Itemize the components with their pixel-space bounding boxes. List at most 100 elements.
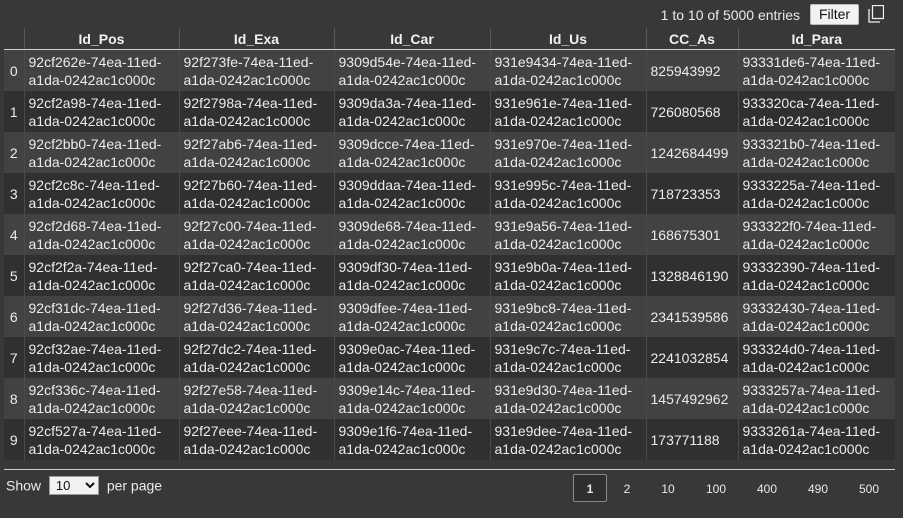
cell-id-car: 9309d54e-74ea-11ed-a1da-0242ac1c000c [333,49,490,91]
cell-id-exa: 92f27dc2-74ea-11ed-a1da-0242ac1c000c [178,337,334,378]
cell-id-car: 9309e0ac-74ea-11ed-a1da-0242ac1c000c [333,337,490,378]
cell-id-exa: 92f27b60-74ea-11ed-a1da-0242ac1c000c [178,173,334,214]
cell-id-para: 93332430-74ea-11ed-a1da-0242ac1c000c [737,296,895,337]
page-button[interactable]: 400 [747,474,787,502]
cell-cc-as: 173771188 [645,419,738,460]
cell-id-para: 93331de6-74ea-11ed-a1da-0242ac1c000c [737,49,895,91]
table-row: 2 92cf2bb0-74ea-11ed-a1da-0242ac1c000c 92f… [4,132,895,173]
table-row: 1 92cf2a98-74ea-11ed-a1da-0242ac1c000c 92f… [4,91,895,132]
data-table: Id_Pos Id_Exa Id_Car Id_Us CC_As Id_Para… [4,28,895,460]
cell-id-exa: 92f27e58-74ea-11ed-a1da-0242ac1c000c [178,378,334,419]
header-row: Id_Pos Id_Exa Id_Car Id_Us CC_As Id_Para [4,28,895,50]
cell-id-exa: 92f2798a-74ea-11ed-a1da-0242ac1c000c [178,91,334,132]
cell-id-car: 9309ddaa-74ea-11ed-a1da-0242ac1c000c [333,173,490,214]
cell-id-para: 933321b0-74ea-11ed-a1da-0242ac1c000c [737,132,895,173]
column-header-cc-as[interactable]: CC_As [645,28,738,50]
cell-cc-as: 168675301 [645,214,738,255]
cell-cc-as: 2241032854 [645,337,738,378]
cell-cc-as: 825943992 [645,49,738,91]
cell-id-pos: 92cf32ae-74ea-11ed-a1da-0242ac1c000c [23,337,179,378]
table-bottom-border [4,469,895,470]
cell-id-para: 933320ca-74ea-11ed-a1da-0242ac1c000c [737,91,895,132]
row-index: 1 [4,91,24,132]
cell-id-us: 931e9d30-74ea-11ed-a1da-0242ac1c000c [489,378,646,419]
cell-id-car: 9309df30-74ea-11ed-a1da-0242ac1c000c [333,255,490,296]
cell-id-exa: 92f27c00-74ea-11ed-a1da-0242ac1c000c [178,214,334,255]
row-index: 4 [4,214,24,255]
column-header-id-car[interactable]: Id_Car [333,28,490,50]
filter-button[interactable]: Filter [810,4,859,25]
cell-id-exa: 92f27d36-74ea-11ed-a1da-0242ac1c000c [178,296,334,337]
cell-id-us: 931e9a56-74ea-11ed-a1da-0242ac1c000c [489,214,646,255]
pagination-info: 1 to 10 of 5000 entries [660,7,800,23]
cell-id-para: 93332390-74ea-11ed-a1da-0242ac1c000c [737,255,895,296]
cell-id-car: 9309e14c-74ea-11ed-a1da-0242ac1c000c [333,378,490,419]
table-row: 4 92cf2d68-74ea-11ed-a1da-0242ac1c000c 92f… [4,214,895,255]
copy-icon[interactable] [868,4,885,23]
row-index: 7 [4,337,24,378]
cell-cc-as: 718723353 [645,173,738,214]
cell-id-para: 9333225a-74ea-11ed-a1da-0242ac1c000c [737,173,895,214]
row-index: 5 [4,255,24,296]
cell-cc-as: 1242684499 [645,132,738,173]
cell-id-pos: 92cf527a-74ea-11ed-a1da-0242ac1c000c [23,419,179,460]
cell-id-para: 933322f0-74ea-11ed-a1da-0242ac1c000c [737,214,895,255]
cell-id-pos: 92cf2f2a-74ea-11ed-a1da-0242ac1c000c [23,255,179,296]
cell-cc-as: 726080568 [645,91,738,132]
cell-id-us: 931e970e-74ea-11ed-a1da-0242ac1c000c [489,132,646,173]
cell-id-us: 931e9c7c-74ea-11ed-a1da-0242ac1c000c [489,337,646,378]
table-row: 9 92cf527a-74ea-11ed-a1da-0242ac1c000c 92f… [4,419,895,460]
cell-id-us: 931e961e-74ea-11ed-a1da-0242ac1c000c [489,91,646,132]
cell-id-us: 931e9bc8-74ea-11ed-a1da-0242ac1c000c [489,296,646,337]
cell-id-pos: 92cf31dc-74ea-11ed-a1da-0242ac1c000c [23,296,179,337]
page-button[interactable]: 2 [612,474,642,502]
pagination: 1 2 10 100 400 490 500 [0,474,903,504]
cell-id-us: 931e9434-74ea-11ed-a1da-0242ac1c000c [489,49,646,91]
table-row: 0 92cf262e-74ea-11ed-a1da-0242ac1c000c 92f… [4,49,895,91]
cell-cc-as: 1457492962 [645,378,738,419]
column-header-id-us[interactable]: Id_Us [489,28,646,50]
column-header-id-exa[interactable]: Id_Exa [178,28,334,50]
cell-id-para: 9333257a-74ea-11ed-a1da-0242ac1c000c [737,378,895,419]
table-row: 7 92cf32ae-74ea-11ed-a1da-0242ac1c000c 92f… [4,337,895,378]
cell-id-us: 931e995c-74ea-11ed-a1da-0242ac1c000c [489,173,646,214]
page-button[interactable]: 100 [697,474,735,502]
page-button[interactable]: 1 [573,474,607,502]
cell-id-car: 9309e1f6-74ea-11ed-a1da-0242ac1c000c [333,419,490,460]
cell-id-pos: 92cf262e-74ea-11ed-a1da-0242ac1c000c [23,49,179,91]
cell-id-car: 9309dfee-74ea-11ed-a1da-0242ac1c000c [333,296,490,337]
table-row: 6 92cf31dc-74ea-11ed-a1da-0242ac1c000c 92f… [4,296,895,337]
cell-id-car: 9309da3a-74ea-11ed-a1da-0242ac1c000c [333,91,490,132]
cell-id-pos: 92cf2c8c-74ea-11ed-a1da-0242ac1c000c [23,173,179,214]
cell-id-para: 9333261a-74ea-11ed-a1da-0242ac1c000c [737,419,895,460]
cell-id-pos: 92cf336c-74ea-11ed-a1da-0242ac1c000c [23,378,179,419]
column-header-id-pos[interactable]: Id_Pos [23,28,179,50]
page-button[interactable]: 10 [649,474,687,502]
cell-id-para: 933324d0-74ea-11ed-a1da-0242ac1c000c [737,337,895,378]
cell-id-car: 9309dcce-74ea-11ed-a1da-0242ac1c000c [333,132,490,173]
table-row: 3 92cf2c8c-74ea-11ed-a1da-0242ac1c000c 92f… [4,173,895,214]
cell-cc-as: 1328846190 [645,255,738,296]
cell-id-exa: 92f27ab6-74ea-11ed-a1da-0242ac1c000c [178,132,334,173]
row-index: 8 [4,378,24,419]
cell-id-pos: 92cf2bb0-74ea-11ed-a1da-0242ac1c000c [23,132,179,173]
cell-id-car: 9309de68-74ea-11ed-a1da-0242ac1c000c [333,214,490,255]
cell-id-pos: 92cf2d68-74ea-11ed-a1da-0242ac1c000c [23,214,179,255]
column-header-index[interactable] [4,28,24,50]
page-button[interactable]: 500 [849,474,889,502]
row-index: 9 [4,419,24,460]
table-toolbar: 1 to 10 of 5000 entries Filter [0,0,903,28]
cell-id-us: 931e9dee-74ea-11ed-a1da-0242ac1c000c [489,419,646,460]
cell-cc-as: 2341539586 [645,296,738,337]
table-row: 8 92cf336c-74ea-11ed-a1da-0242ac1c000c 92f… [4,378,895,419]
row-index: 6 [4,296,24,337]
cell-id-exa: 92f27ca0-74ea-11ed-a1da-0242ac1c000c [178,255,334,296]
cell-id-exa: 92f273fe-74ea-11ed-a1da-0242ac1c000c [178,49,334,91]
row-index: 0 [4,49,24,91]
row-index: 2 [4,132,24,173]
page-button[interactable]: 490 [798,474,838,502]
cell-id-pos: 92cf2a98-74ea-11ed-a1da-0242ac1c000c [23,91,179,132]
cell-id-us: 931e9b0a-74ea-11ed-a1da-0242ac1c000c [489,255,646,296]
column-header-id-para[interactable]: Id_Para [737,28,895,50]
table-row: 5 92cf2f2a-74ea-11ed-a1da-0242ac1c000c 92f… [4,255,895,296]
